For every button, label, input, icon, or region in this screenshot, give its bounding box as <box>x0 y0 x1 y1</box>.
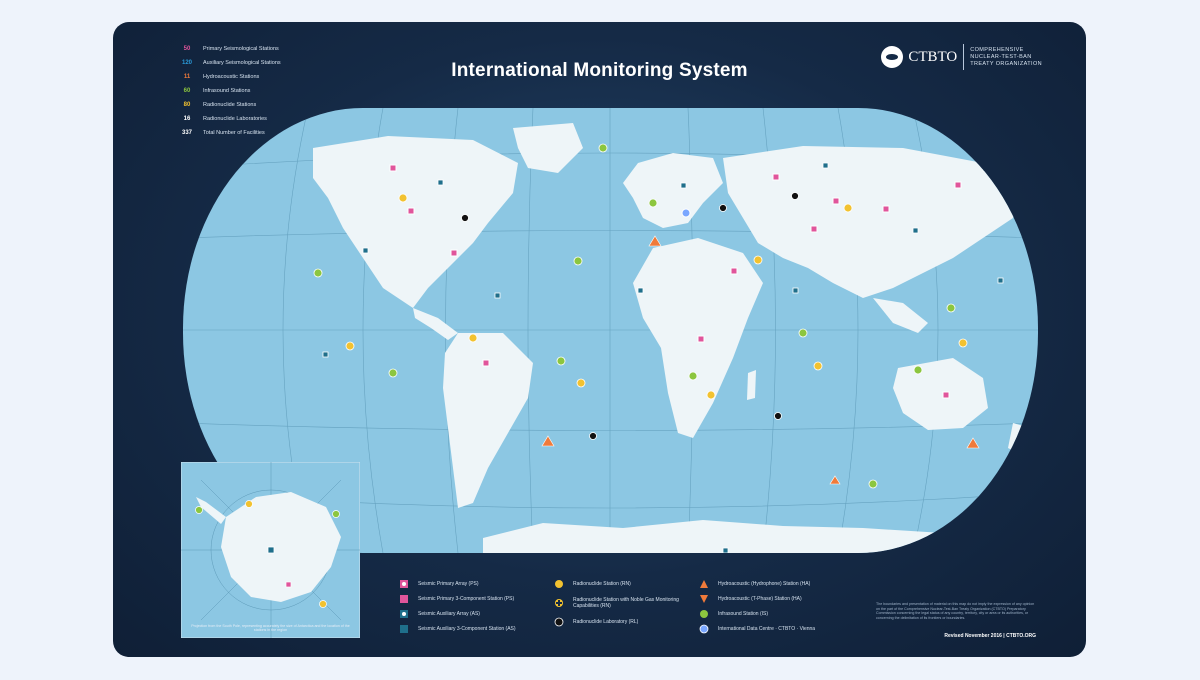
legend-label: Seismic Primary Array (PS) <box>418 581 479 587</box>
legend-label: International Data Centre · CTBTO · Vien… <box>718 626 816 632</box>
madagascar <box>747 370 756 400</box>
stat-row-infrasound: 60 Infrasound Stations <box>171 84 281 98</box>
international-data-centre-icon <box>698 623 710 635</box>
legend-label: Radionuclide Station (RN) <box>573 581 631 587</box>
legend-item: Seismic Auxiliary Array (AS) <box>398 607 516 621</box>
logo-name-line: COMPREHENSIVE <box>970 46 1024 53</box>
seismic-auxiliary-array-icon <box>398 608 410 620</box>
revision-note: Revised November 2016 | CTBTO.ORG <box>944 633 1036 639</box>
legend-column-hydro-infra: Hydroacoustic (Hydrophone) Station (HA) … <box>698 577 858 637</box>
legend-label: Radionuclide Station with Noble Gas Moni… <box>573 597 679 609</box>
map-legend: Seismic Primary Array (PS) Seismic Prima… <box>398 577 858 637</box>
legend-column-radionuclide: Radionuclide Station (RN) Radionuclide S… <box>553 577 703 630</box>
legend-label: Radionuclide Laboratory (RL) <box>573 619 639 625</box>
ctbto-emblem-icon <box>881 46 904 68</box>
logo-full-name: COMPREHENSIVE NUCLEAR-TEST-BAN TREATY OR… <box>970 47 1042 68</box>
stat-label: Primary Seismological Stations <box>203 46 279 52</box>
legend-label: Seismic Auxiliary Array (AS) <box>418 611 480 617</box>
logo-name-line: TREATY ORGANIZATION <box>970 60 1042 67</box>
legend-item: Infrasound Station (IS) <box>698 607 858 621</box>
hydroacoustic-t-phase-icon <box>698 593 710 605</box>
legend-column-seismic: Seismic Primary Array (PS) Seismic Prima… <box>398 577 516 637</box>
legend-item: Radionuclide Station with Noble Gas Moni… <box>553 592 703 614</box>
map-disclaimer: The boundaries and presentation of mater… <box>876 602 1035 620</box>
seismic-primary-array-icon <box>398 578 410 590</box>
logo-divider <box>963 44 965 70</box>
logo-name-line: NUCLEAR-TEST-BAN <box>970 53 1032 60</box>
legend-label: Seismic Primary 3-Component Station (PS) <box>418 596 515 602</box>
logo-wordmark: CTBTO <box>908 48 958 65</box>
legend-item: Radionuclide Laboratory (RL) <box>553 615 703 629</box>
antarctica-inset: Projection from the South Pole, represen… <box>180 461 361 639</box>
seismic-primary-3c-icon <box>398 593 410 605</box>
legend-item: Hydroacoustic (Hydrophone) Station (HA) <box>698 577 858 591</box>
legend-label: Seismic Auxiliary 3-Component Station (A… <box>418 626 516 632</box>
legend-label: Infrasound Station (IS) <box>718 611 769 617</box>
legend-item: Hydroacoustic (T-Phase) Station (HA) <box>698 592 858 606</box>
south-polar-projection <box>180 461 361 639</box>
ims-poster: 50 Primary Seismological Stations 120 Au… <box>113 22 1086 657</box>
radionuclide-laboratory-icon <box>553 616 565 628</box>
stat-row-primary-seismic: 50 Primary Seismological Stations <box>171 42 281 56</box>
ctbto-logo: CTBTO COMPREHENSIVE NUCLEAR-TEST-BAN TRE… <box>881 44 1042 70</box>
radionuclide-station-icon <box>553 578 565 590</box>
legend-item: Seismic Primary 3-Component Station (PS) <box>398 592 516 606</box>
legend-item: Seismic Auxiliary 3-Component Station (A… <box>398 622 516 636</box>
legend-item: International Data Centre · CTBTO · Vien… <box>698 622 858 636</box>
seismic-auxiliary-3c-icon <box>398 623 410 635</box>
radionuclide-noble-gas-icon <box>553 597 565 609</box>
inset-caption: Projection from the South Pole, represen… <box>191 623 350 633</box>
hydroacoustic-hydrophone-icon <box>698 578 710 590</box>
stat-label: Infrasound Stations <box>203 88 251 94</box>
stat-count: 50 <box>183 46 191 52</box>
infrasound-station-icon <box>698 608 710 620</box>
legend-item: Radionuclide Station (RN) <box>553 577 703 591</box>
international-data-centre <box>681 208 691 218</box>
legend-label: Hydroacoustic (T-Phase) Station (HA) <box>718 596 802 602</box>
stat-count: 60 <box>183 88 191 94</box>
legend-item: Seismic Primary Array (PS) <box>398 577 516 591</box>
legend-label: Hydroacoustic (Hydrophone) Station (HA) <box>718 581 811 587</box>
